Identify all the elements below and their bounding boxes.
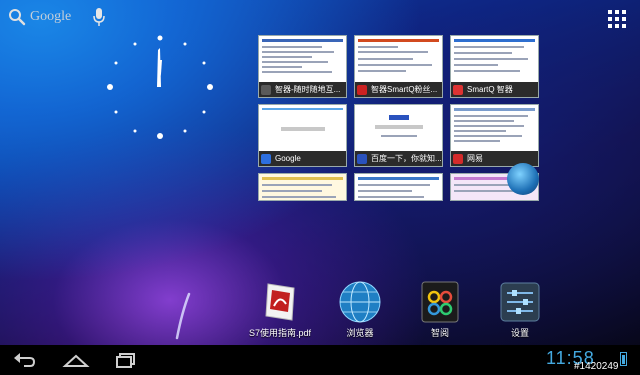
home-icon (62, 354, 90, 367)
recent-app-title: 网易 (467, 154, 483, 163)
dock-item-settings[interactable]: 设置 (485, 280, 555, 339)
app-icon (357, 153, 367, 164)
settings-sliders-icon (498, 280, 542, 324)
home-button[interactable] (62, 350, 90, 370)
recent-apps-panel: 智器-随时随地互... 智器SmartQ粉丝... SmartQ 智器 Goog… (258, 35, 543, 201)
back-button[interactable] (12, 350, 38, 370)
globe-overlay-icon (507, 163, 539, 195)
dock-item-label: S7使用指南.pdf (248, 328, 312, 338)
recent-app-thumbnail[interactable] (258, 173, 347, 201)
pdf-document-icon (258, 280, 302, 324)
system-navigation-bar (0, 345, 640, 375)
dock-item-reader[interactable]: 智阅 (405, 280, 475, 339)
all-apps-grid-icon[interactable] (608, 10, 626, 28)
watermark-text: #1420249 (574, 361, 619, 372)
recent-apps-button[interactable] (114, 350, 138, 370)
app-icon (453, 153, 463, 164)
analog-clock-widget[interactable] (100, 28, 220, 148)
recent-app-thumbnail[interactable]: SmartQ 智器 (450, 35, 539, 98)
recent-app-title: SmartQ 智器 (467, 85, 513, 94)
google-search-bar[interactable]: Google (8, 6, 71, 28)
microphone-icon[interactable] (92, 7, 106, 27)
app-icon (357, 84, 367, 95)
clock-face-icon (107, 35, 213, 139)
recent-app-title: Google (275, 154, 301, 163)
dock-item-pdf[interactable]: S7使用指南.pdf (245, 280, 315, 339)
search-icon (8, 8, 26, 26)
recent-app-thumbnail[interactable]: Google (258, 104, 347, 167)
app-icon (261, 153, 271, 164)
globe-browser-icon (338, 280, 382, 324)
reader-app-icon (418, 280, 462, 324)
dock-item-label: 设置 (510, 328, 529, 338)
app-icon (261, 84, 271, 95)
recent-app-thumbnail[interactable]: 百度一下，你就知... (354, 104, 443, 167)
recent-app-thumbnail[interactable] (354, 173, 443, 201)
dock-item-label: 浏览器 (346, 328, 374, 338)
light-streak-decoration (174, 292, 192, 340)
recent-app-thumbnail[interactable]: 智器-随时随地互... (258, 35, 347, 98)
recent-app-thumbnail[interactable]: 智器SmartQ粉丝... (354, 35, 443, 98)
battery-icon (620, 352, 627, 366)
recent-app-title: 智器-随时随地互... (275, 85, 341, 94)
google-label: Google (30, 9, 72, 24)
app-icon (453, 84, 463, 95)
recents-icon (116, 353, 135, 368)
back-arrow-icon (14, 353, 36, 367)
dock-item-label: 智阅 (430, 328, 449, 338)
recent-app-title: 智器SmartQ粉丝... (371, 85, 438, 94)
recent-app-title: 百度一下，你就知... (371, 154, 442, 163)
recent-app-thumbnail[interactable]: 网易 (450, 104, 539, 167)
dock-item-browser[interactable]: 浏览器 (325, 280, 395, 339)
